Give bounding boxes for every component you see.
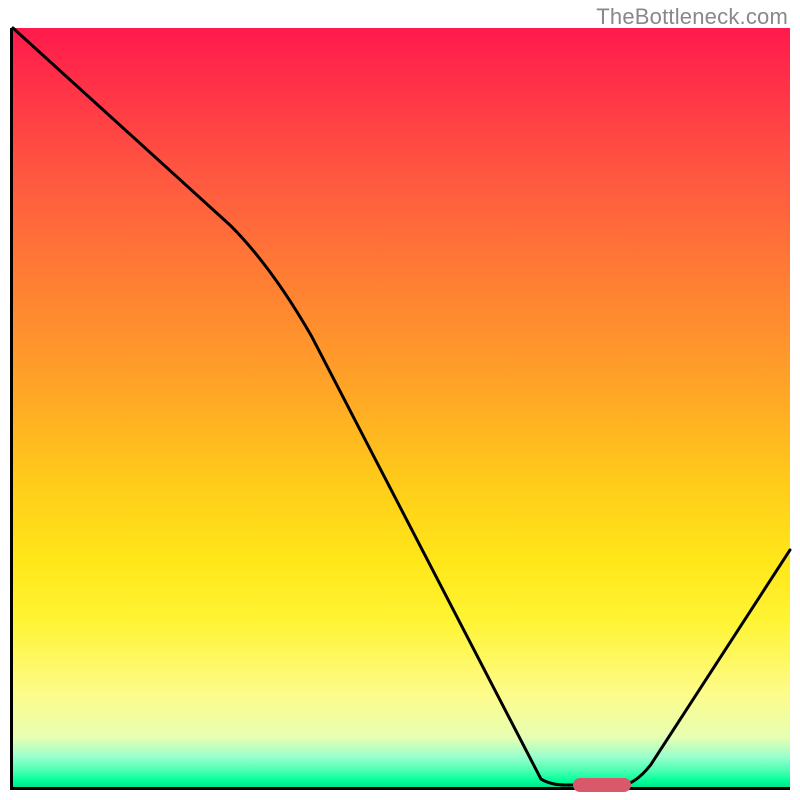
bottleneck-curve-path: [13, 28, 790, 785]
chart-plot-area: [10, 28, 790, 790]
watermark-text: TheBottleneck.com: [596, 4, 788, 30]
bottleneck-curve-svg: [13, 28, 790, 787]
optimal-range-marker: [573, 778, 631, 792]
